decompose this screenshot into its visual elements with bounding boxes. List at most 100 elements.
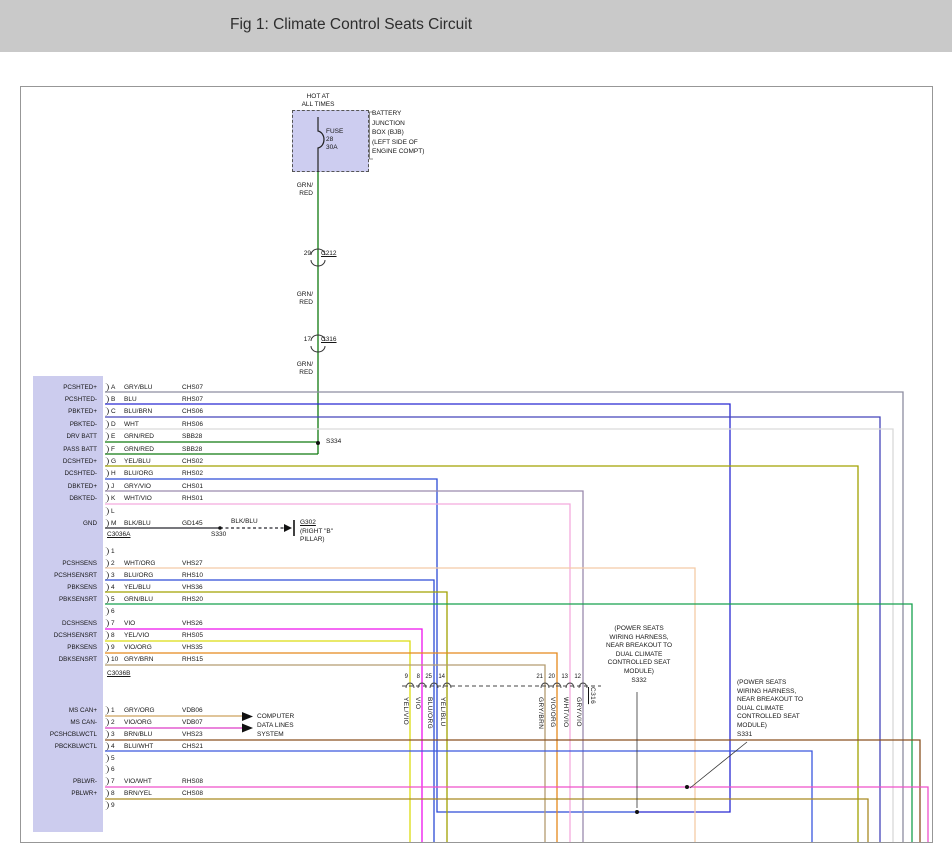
pin-socket-icon <box>103 469 109 478</box>
circuit-code-label: RHS01 <box>182 495 263 502</box>
pin-row: 6 <box>103 605 263 617</box>
pin-function-label: PBKTED- <box>70 421 97 428</box>
pin-id: F <box>111 446 124 453</box>
pin-id: 10 <box>111 656 124 663</box>
pin-id: 8 <box>111 790 124 797</box>
module-pin-label <box>33 799 100 811</box>
splice-s334-dot <box>316 441 320 445</box>
computer-data-lines-note: COMPUTER DATA LINES SYSTEM <box>257 712 294 739</box>
pin-id: J <box>111 483 124 490</box>
module-pin-label: DBKSENSRT <box>33 654 100 666</box>
pin-row: C BLU/BRN CHS06 <box>103 406 263 418</box>
pin-function-label: PBKTED+ <box>68 408 97 415</box>
circuit-code-label: SBB28 <box>182 446 263 453</box>
pin-id: 7 <box>111 620 124 627</box>
pin-socket-icon <box>103 765 109 774</box>
c316-pin-number: 13 <box>556 674 568 680</box>
connector-c212-name: C212 <box>321 250 337 258</box>
pin-function-label: MS CAN+ <box>69 707 97 714</box>
circuit-code-label: RHS02 <box>182 470 263 477</box>
wire-color-label: YEL/BLU <box>124 458 182 465</box>
pin-function-label: PBKSENS <box>67 584 97 591</box>
module-pin-label: MS CAN+ <box>33 705 100 717</box>
pin-socket-icon <box>103 619 109 628</box>
pin-socket-icon <box>103 789 109 798</box>
c316-pin-number: 8 <box>408 674 420 680</box>
pin-id: 5 <box>111 755 124 762</box>
module-pin-label: DBKTED- <box>33 493 100 505</box>
pin-function-label: PBCKBLWCTL <box>55 743 97 750</box>
pin-function-label: PCSHTED+ <box>63 384 97 391</box>
connector-c3036a-rows: A GRY/BLU CHS07 B BLU RHS07 C BLU/BRN CH… <box>103 381 263 530</box>
pin-row: 2 VIO/ORG VDB07 <box>103 717 263 729</box>
connector-block3-rows: 1 GRY/ORG VDB06 2 VIO/ORG VDB07 3 BRN/BL… <box>103 705 263 811</box>
wire-color-label: BLU/ORG <box>124 470 182 477</box>
pin-socket-icon <box>103 801 109 810</box>
circuit-code-label: VDB07 <box>182 719 263 726</box>
wire-color-label: VIO <box>124 620 182 627</box>
pin-row: 1 <box>103 545 263 557</box>
pin-socket-icon <box>103 559 109 568</box>
wire-color-label: WHT/ORG <box>124 560 182 567</box>
pin-id: M <box>111 520 124 527</box>
pin-socket-icon <box>103 655 109 664</box>
pin-id: 3 <box>111 572 124 579</box>
pin-socket-icon <box>103 571 109 580</box>
pin-socket-icon <box>103 643 109 652</box>
vertical-wire-label: GRY/VIO <box>575 697 582 727</box>
ground-g302-location: (RIGHT "B" PILLAR) <box>300 528 333 544</box>
pin-id: 8 <box>111 632 124 639</box>
module-pin-label: DBKTED+ <box>33 480 100 492</box>
pin-row: 4 YEL/BLU VHS36 <box>103 581 263 593</box>
wire-color-label: BRN/BLU <box>124 731 182 738</box>
vertical-wire-label: WHT/VIO <box>562 697 569 728</box>
circuit-code-label: RHS05 <box>182 632 263 639</box>
pin-row: D WHT RHS06 <box>103 418 263 430</box>
module-pin-label: PBKTED- <box>33 418 100 430</box>
circuit-code-label: CHS06 <box>182 408 263 415</box>
circuit-code-label: SBB28 <box>182 433 263 440</box>
pin-row: G YEL/BLU CHS02 <box>103 455 263 467</box>
pin-function-label: DBKTED- <box>69 495 97 502</box>
circuit-code-label: VDB06 <box>182 707 263 714</box>
module-pin-label: DRV BATT <box>33 431 100 443</box>
circuit-code-label: CHS01 <box>182 483 263 490</box>
wire-color-label: GRN/BLU <box>124 596 182 603</box>
pin-row: L <box>103 505 263 517</box>
module-pin-label: DCSHSENSRT <box>33 630 100 642</box>
pin-socket-icon <box>103 547 109 556</box>
circuit-code-label: CHS02 <box>182 458 263 465</box>
pin-socket-icon <box>103 395 109 404</box>
pin-row: 9 <box>103 799 263 811</box>
pin-socket-icon <box>103 457 109 466</box>
splice-s331-dot <box>685 785 689 789</box>
pin-function-label: MS CAN- <box>70 719 97 726</box>
wire-color-label: GRY/BRN <box>124 656 182 663</box>
wire-color-label: BLU/ORG <box>124 572 182 579</box>
pin-id: 1 <box>111 707 124 714</box>
pin-function-label: PCSHSENSRT <box>54 572 97 579</box>
wire-color-label: GRY/BLU <box>124 384 182 391</box>
pin-id: K <box>111 495 124 502</box>
splice-s334-label: S334 <box>326 438 341 446</box>
pin-socket-icon <box>103 445 109 454</box>
wire-color-label: WHT <box>124 421 182 428</box>
module-pin-label <box>33 605 100 617</box>
pin-row: 6 <box>103 764 263 776</box>
module-pin-label: PBLWR- <box>33 776 100 788</box>
circuit-code-label: CHS21 <box>182 743 263 750</box>
pin-id: C <box>111 408 124 415</box>
s331-pointer-line <box>690 742 747 788</box>
pin-id: 3 <box>111 731 124 738</box>
pin-row: 8 YEL/VIO RHS05 <box>103 630 263 642</box>
wire-color-label: BLU/WHT <box>124 743 182 750</box>
ground-g302-name: G302 <box>300 519 316 527</box>
pin-socket-icon <box>103 754 109 763</box>
pin-row: 5 <box>103 752 263 764</box>
pin-socket-icon <box>103 595 109 604</box>
pin-socket-icon <box>103 607 109 616</box>
module-pin-label: DCSHTED+ <box>33 455 100 467</box>
c316-pin-number: 21 <box>531 674 543 680</box>
pin-socket-icon <box>103 507 109 516</box>
circuit-code-label: VHS26 <box>182 620 263 627</box>
